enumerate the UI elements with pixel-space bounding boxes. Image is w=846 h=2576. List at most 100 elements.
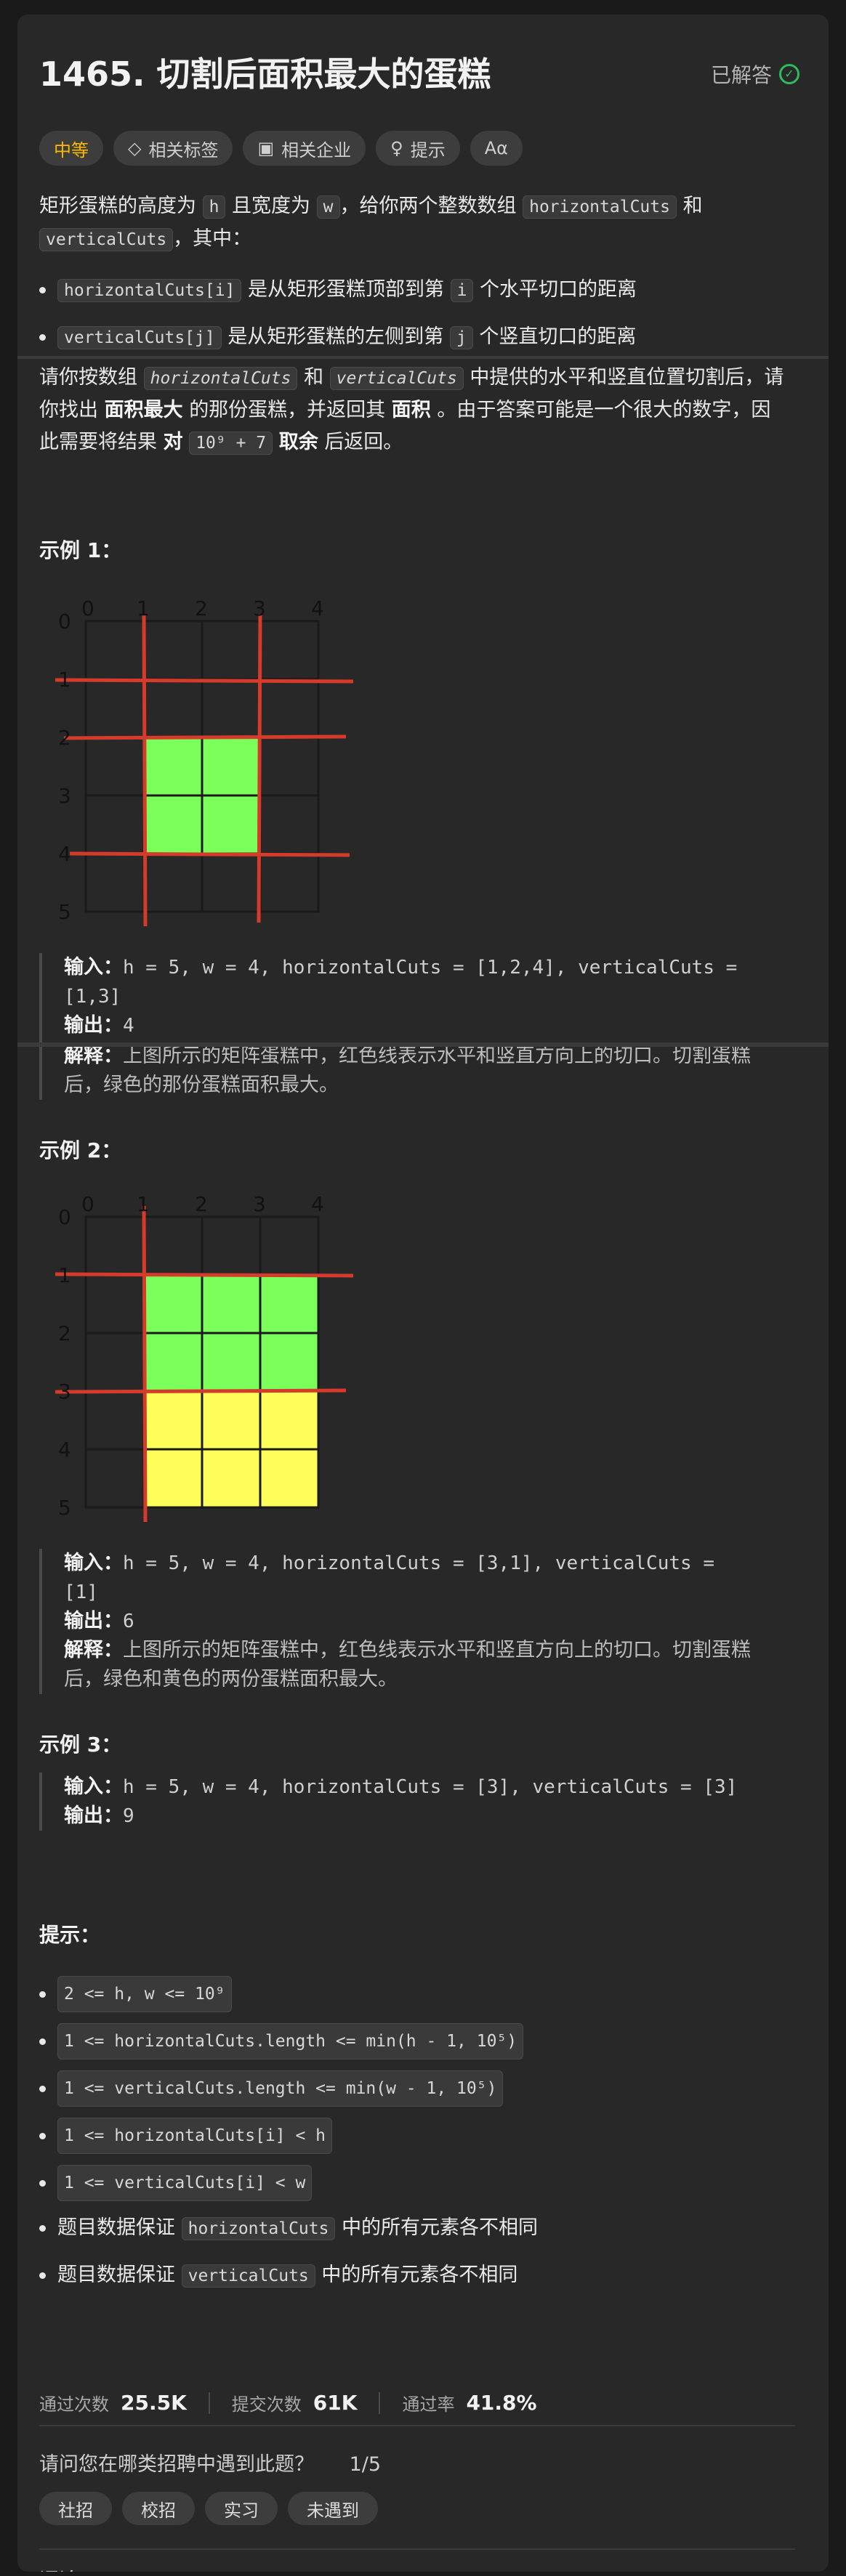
divider <box>379 2391 381 2414</box>
code: verticalCuts[j] <box>57 326 222 349</box>
col-label: 0 <box>81 596 94 620</box>
tag-bar: 中等 ◇ 相关标签 ▣ 相关企业 ♀ 提示 Aα <box>39 131 523 166</box>
code-verticalcuts: verticalCuts <box>39 228 174 251</box>
col-label: 4 <box>311 596 324 620</box>
text: 且宽度为 <box>232 195 311 217</box>
text: 是从矩形蛋糕顶部到第 <box>248 278 444 301</box>
constraint-item: 1 <= verticalCuts.length <= min(w - 1, 1… <box>39 2070 504 2107</box>
code-h: h <box>202 195 226 219</box>
constraints-title: 提示： <box>39 1923 101 1947</box>
text: 中的所有元素各不相同 <box>321 2264 518 2286</box>
col-label: 0 <box>81 1192 94 1216</box>
hint-label: 提示 <box>410 139 446 161</box>
col-label: 1 <box>137 596 150 620</box>
accepted-value: 25.5K <box>121 2391 187 2415</box>
input-value: h = 5, w = 4, horizontalCuts = [3,1], ve… <box>123 1552 714 1574</box>
survey-page: 1/5 <box>349 2453 382 2476</box>
input-value: [1] <box>64 1581 98 1603</box>
explain-text: 上图所示的矩阵蛋糕中，红色线表示水平和竖直方向上的切口。切割蛋糕 <box>123 1045 751 1067</box>
translate-button[interactable]: Aα <box>470 131 523 166</box>
survey-option-campus[interactable]: 校招 <box>122 2492 195 2525</box>
example-1-title: 示例 1： <box>39 538 122 562</box>
constraint-item: 2 <= h, w <= 10⁹ <box>39 1976 232 2012</box>
bold-text: 面积最大 <box>104 399 183 421</box>
bullet <box>39 334 46 341</box>
text: 和 <box>682 195 703 217</box>
survey-option-intern[interactable]: 实习 <box>205 2492 278 2525</box>
text: 此需要将结果 <box>39 431 157 453</box>
check-circle-icon: ✓ <box>779 64 799 84</box>
input-label: 输入： <box>64 1775 123 1798</box>
list-item: verticalCuts[j] 是从矩形蛋糕的左侧到第 j 个竖直切口的距离 <box>39 321 636 354</box>
bullet <box>39 2085 46 2092</box>
row-label: 2 <box>58 1321 71 1345</box>
constraint-code: 1 <= horizontalCuts.length <= min(h - 1,… <box>57 2023 524 2059</box>
bullet <box>39 2225 46 2232</box>
row-label: 4 <box>58 1438 71 1462</box>
horizontal-cut <box>55 1388 347 1394</box>
row-label: 3 <box>58 784 71 808</box>
text: 个水平切口的距离 <box>480 278 637 301</box>
bold-text: 取余 <box>278 431 318 453</box>
text: 矩形蛋糕的高度为 <box>39 195 196 217</box>
constraint-item: 1 <= horizontalCuts.length <= min(h - 1,… <box>39 2023 524 2059</box>
survey-option-social[interactable]: 社招 <box>39 2492 112 2525</box>
rate-value: 41.8% <box>466 2391 537 2415</box>
bullet <box>39 2038 46 2045</box>
solved-status: 已解答 ✓ <box>711 60 799 89</box>
col-label: 1 <box>137 1192 150 1216</box>
comments-link[interactable]: 评论 (210) <box>39 2564 137 2572</box>
vertical-cut <box>142 613 148 927</box>
description-paragraph-1: 矩形蛋糕的高度为 h 且宽度为 w ，给你两个整数数组 horizontalCut… <box>39 190 795 256</box>
text: ，给你两个整数数组 <box>339 195 517 217</box>
example-2-title: 示例 2： <box>39 1138 122 1162</box>
input-value: h = 5, w = 4, horizontalCuts = [1,2,4], … <box>123 957 738 979</box>
output-value: 6 <box>123 1611 134 1632</box>
related-tags-button[interactable]: ◇ 相关标签 <box>113 131 233 166</box>
text: 后返回。 <box>324 431 403 453</box>
row-label: 5 <box>58 900 71 924</box>
divider <box>208 2391 210 2414</box>
hint-button[interactable]: ♀ 提示 <box>376 131 460 166</box>
code: horizontalCuts <box>143 367 298 390</box>
related-companies-button[interactable]: ▣ 相关企业 <box>243 131 366 166</box>
code: horizontalCuts[i] <box>57 279 242 302</box>
example-1-block: 输入：h = 5, w = 4, horizontalCuts = [1,2,4… <box>39 953 820 1100</box>
lightbulb-icon: ♀ <box>390 138 403 158</box>
output-label: 输出： <box>64 1610 123 1632</box>
text: 。由于答案可能是一个很大的数字，因 <box>437 399 771 421</box>
related-companies-label: 相关企业 <box>281 139 352 161</box>
code: 10⁹ + 7 <box>189 432 273 455</box>
text: 是从矩形蛋糕的左侧到第 <box>227 325 444 348</box>
submission-stats: 通过次数 25.5K 提交次数 61K 通过率 41.8% <box>39 2390 537 2415</box>
explain-label: 解释： <box>64 1639 123 1661</box>
text: 中提供的水平和竖直位置切割后，请 <box>470 366 784 389</box>
divider <box>39 2548 795 2550</box>
constraint-item: 1 <= verticalCuts[i] < w <box>39 2165 313 2201</box>
accepted-label: 通过次数 <box>39 2394 109 2415</box>
explain-text: 后，绿色的那份蛋糕面积最大。 <box>64 1074 339 1096</box>
col-label: 2 <box>195 1192 208 1216</box>
text: 个竖直切口的距离 <box>479 325 637 348</box>
example-3-block: 输入：h = 5, w = 4, horizontalCuts = [3], v… <box>39 1773 820 1831</box>
col-label: 2 <box>195 596 208 620</box>
input-label: 输入： <box>64 1552 123 1574</box>
submissions-label: 提交次数 <box>231 2394 302 2415</box>
constraint-code: 1 <= horizontalCuts[i] < h <box>57 2118 333 2154</box>
input-value: h = 5, w = 4, horizontalCuts = [3], vert… <box>123 1776 738 1798</box>
constraint-code: 1 <= verticalCuts[i] < w <box>57 2165 313 2201</box>
row-label: 4 <box>58 842 71 866</box>
explain-label: 解释： <box>64 1045 123 1067</box>
difficulty-badge[interactable]: 中等 <box>39 131 103 166</box>
example-2-figure: 0 1 2 3 4 0 1 2 3 4 5 <box>55 1192 354 1523</box>
survey-option-none[interactable]: 未遇到 <box>288 2492 378 2525</box>
example-3-title: 示例 3： <box>39 1733 122 1757</box>
constraint-code: 1 <= verticalCuts.length <= min(w - 1, 1… <box>57 2070 504 2107</box>
row-label: 0 <box>58 1205 71 1229</box>
text: 中的所有元素各不相同 <box>342 2216 539 2239</box>
text: 题目数据保证 <box>57 2264 175 2286</box>
row-label: 1 <box>58 668 71 692</box>
tag-icon: ◇ <box>128 138 142 158</box>
input-value: [1,3] <box>64 986 121 1008</box>
output-label: 输出： <box>64 1014 123 1037</box>
